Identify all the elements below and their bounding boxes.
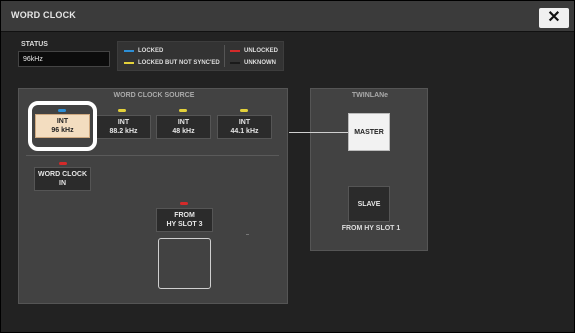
legend-unlocked: UNLOCKED	[230, 48, 278, 54]
status-legend: LOCKED LOCKED BUT NOT SYNC'ED UNLOCKED U…	[117, 41, 284, 71]
from-hy-slot-3-button[interactable]: FROM HY SLOT 3	[156, 208, 213, 232]
connection-line	[289, 132, 348, 133]
int-882-led-icon	[118, 109, 126, 112]
int-882-rate: 88.2 kHz	[109, 128, 138, 135]
twinlane-title: TWINLANe	[351, 92, 389, 99]
word-clock-in-button[interactable]: WORD CLOCK IN	[34, 167, 91, 191]
decorative-dot	[246, 234, 249, 235]
int-48-rate: 48 kHz	[172, 128, 195, 135]
slave-button[interactable]: SLAVE	[348, 186, 390, 222]
hy-slot-placeholder	[158, 238, 211, 289]
hy-slot-3-sub: HY SLOT 3	[166, 221, 203, 228]
locked-not-synced-swatch-icon	[124, 62, 134, 64]
master-label: MASTER	[354, 128, 384, 136]
close-button[interactable]: ✕	[539, 8, 569, 28]
source-divider	[26, 155, 279, 156]
int-882-label: INT	[117, 119, 130, 126]
word-clock-in-label: WORD CLOCK	[38, 171, 87, 178]
word-clock-source-title: WORD CLOCK SOURCE	[113, 92, 195, 99]
legend-locked-not-synced-label: LOCKED BUT NOT SYNC'ED	[138, 60, 220, 66]
word-clock-window: WORD CLOCK ✕ STATUS 96kHz LOCKED LOCKED …	[0, 0, 575, 333]
int-48-label: INT	[177, 119, 190, 126]
slave-source-label: FROM HY SLOT 1	[341, 225, 401, 232]
unknown-swatch-icon	[230, 62, 240, 64]
int-48-led-icon	[179, 109, 187, 112]
legend-divider	[224, 45, 225, 67]
int-48khz-button[interactable]: INT 48 kHz	[156, 115, 211, 139]
legend-locked-not-synced: LOCKED BUT NOT SYNC'ED	[124, 60, 220, 66]
legend-unlocked-label: UNLOCKED	[244, 48, 278, 54]
legend-unknown: UNKNOWN	[230, 60, 276, 66]
slave-label: SLAVE	[357, 200, 381, 208]
status-value: 96kHz	[18, 51, 110, 67]
int-441-rate: 44.1 kHz	[230, 128, 259, 135]
legend-locked-label: LOCKED	[138, 48, 164, 54]
legend-unknown-label: UNKNOWN	[244, 60, 276, 66]
int-441-led-icon	[240, 109, 248, 112]
status-label: STATUS	[21, 41, 48, 48]
selection-highlight	[28, 101, 97, 151]
int-441khz-button[interactable]: INT 44.1 kHz	[217, 115, 272, 139]
word-clock-in-led-icon	[59, 162, 67, 165]
close-icon: ✕	[547, 9, 561, 26]
window-title: WORD CLOCK	[11, 10, 76, 20]
int-441-label: INT	[238, 119, 251, 126]
hy-slot-3-led-icon	[180, 202, 188, 205]
master-button[interactable]: MASTER	[348, 113, 390, 151]
hy-slot-3-label: FROM	[174, 212, 195, 219]
legend-locked: LOCKED	[124, 48, 163, 54]
unlocked-swatch-icon	[230, 50, 240, 52]
title-bar: WORD CLOCK ✕	[1, 1, 574, 32]
int-882khz-button[interactable]: INT 88.2 kHz	[96, 115, 151, 139]
locked-swatch-icon	[124, 50, 134, 52]
word-clock-in-sub: IN	[59, 180, 66, 187]
